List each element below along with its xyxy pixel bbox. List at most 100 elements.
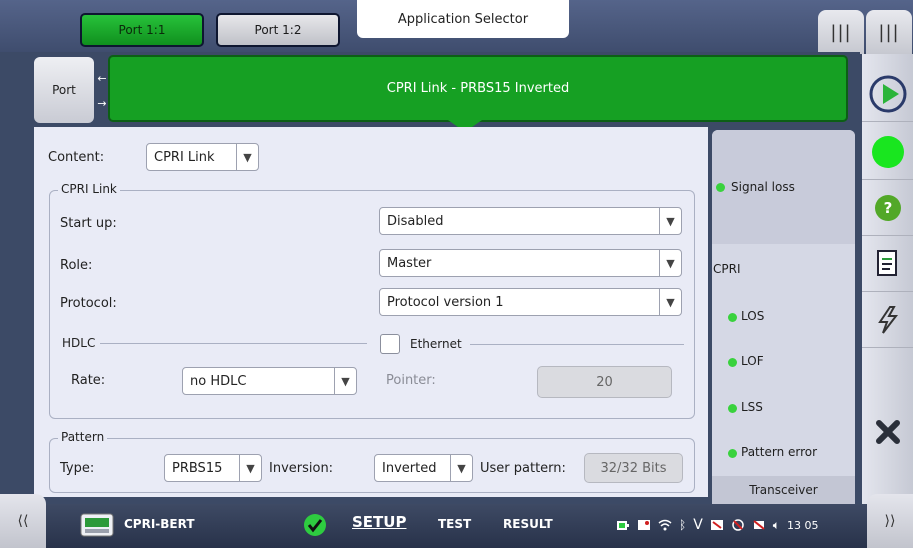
port-button[interactable]: Port [34,57,94,123]
setup-content-panel: Content: CPRI Link ▼ CPRI Link Start up:… [34,127,708,497]
tab-port-1-1-label: Port 1:1 [118,23,166,37]
ethernet-port-icon[interactable] [752,518,766,532]
chevron-down-icon: ▼ [659,208,681,234]
protocol-dropdown[interactable]: Protocol version 1 ▼ [379,288,682,316]
content-label: Content: [48,150,105,165]
port-arrows-icon: ← → [97,72,107,110]
chevron-down-icon: ▼ [450,455,472,481]
power-icon[interactable] [616,518,630,532]
status-led-button[interactable] [862,124,913,180]
clock: 13 05 [786,518,819,532]
rate-dropdown[interactable]: no HDLC ▼ [182,367,357,395]
status-led-icon [871,135,904,168]
protocol-dropdown-value: Protocol version 1 [387,294,504,310]
bluetooth-icon[interactable]: ᛒ [679,518,686,532]
pattern-type-label: Type: [60,461,95,476]
report-button[interactable] [862,236,913,292]
pattern-type-value: PRBS15 [172,460,223,476]
app-module-icon[interactable] [80,513,114,537]
content-dropdown[interactable]: CPRI Link ▼ [146,143,259,171]
pointer-value: 20 [596,374,613,390]
los-led [728,313,737,322]
check-icon [304,514,326,536]
lof-label: LOF [741,354,764,368]
pattern-error-label: Pattern error [741,445,818,459]
nav-right-button[interactable]: ⟩⟩ [867,494,913,548]
storage-icon[interactable] [637,518,651,532]
cpri-link-group-title: CPRI Link [58,182,120,196]
system-tray: ᛒ V 🔈︎ 13 05 [616,514,818,536]
cpri-status-label: CPRI [713,262,741,276]
status-panel: Signal loss CPRI LOS LOF LSS Pattern err… [712,130,855,504]
close-button[interactable] [862,404,913,460]
lightning-icon [877,305,898,334]
close-icon [875,420,900,444]
bars-icon-secondary[interactable]: ||| [866,10,912,54]
startup-dropdown[interactable]: Disabled ▼ [379,207,682,235]
tools-column: ? [862,54,913,504]
transceiver-label: Transceiver [749,483,818,497]
setup-tab[interactable]: SETUP [352,513,406,531]
ethernet-label: Ethernet [410,337,462,351]
startup-dropdown-value: Disabled [387,213,444,229]
ethernet-divider [470,344,684,345]
lss-led [728,404,737,413]
chevron-down-icon: ▼ [236,144,258,170]
play-button[interactable] [862,66,913,122]
rate-dropdown-value: no HDLC [190,373,247,389]
error-injection-button[interactable] [862,292,913,348]
pattern-error-led [728,449,737,458]
pattern-type-dropdown[interactable]: PRBS15 ▼ [164,454,262,482]
wifi-icon[interactable] [658,518,672,532]
chevron-down-icon: ▼ [659,250,681,276]
ethernet-checkbox[interactable] [380,334,400,354]
network-icon[interactable] [731,518,745,532]
pointer-label: Pointer: [386,373,436,388]
role-dropdown[interactable]: Master ▼ [379,249,682,277]
app-name: CPRI-BERT [124,517,195,531]
chevron-down-icon: ▼ [239,455,261,481]
content-dropdown-value: CPRI Link [154,149,215,165]
help-button[interactable]: ? [862,180,913,236]
role-dropdown-value: Master [387,255,432,271]
v-icon[interactable]: V [693,517,703,533]
play-icon [869,75,906,112]
report-icon [876,249,897,276]
screen-icon[interactable] [710,518,724,532]
inversion-dropdown[interactable]: Inverted ▼ [374,454,473,482]
protocol-label: Protocol: [60,296,117,311]
rate-label: Rate: [71,373,106,388]
tab-port-1-2[interactable]: Port 1:2 [216,13,340,47]
hdlc-divider [100,343,367,344]
tab-port-1-2-label: Port 1:2 [254,23,302,37]
inversion-label: Inversion: [269,461,334,476]
chevron-down-icon: ▼ [659,289,681,315]
application-selector-label: Application Selector [397,11,529,27]
result-tab[interactable]: RESULT [503,517,553,531]
role-label: Role: [60,258,93,273]
user-pattern-label: User pattern: [480,461,566,476]
user-pattern-field: 32/32 Bits [584,453,683,483]
bars-icon[interactable]: ||| [818,10,864,54]
pointer-field: 20 [537,366,672,398]
los-label: LOS [741,309,765,323]
tab-port-1-1[interactable]: Port 1:1 [80,13,204,47]
lss-label: LSS [741,400,763,414]
port-button-label: Port [52,83,76,97]
nav-left-button[interactable]: ⟨⟨ [0,494,46,548]
inversion-value: Inverted [382,460,437,476]
pattern-group-title: Pattern [58,430,108,444]
startup-label: Start up: [60,216,117,231]
svg-text:?: ? [883,199,892,217]
transceiver-tab[interactable]: Transceiver [712,476,855,504]
chevron-down-icon: ▼ [334,368,356,394]
signal-loss-label: Signal loss [731,180,795,194]
test-tab[interactable]: TEST [438,517,471,531]
double-chevron-right-icon: ⟩⟩ [884,513,896,529]
application-selector-tab[interactable]: Application Selector [357,0,569,38]
test-banner-label: CPRI Link - PRBS15 Inverted [386,81,570,96]
test-banner[interactable]: CPRI Link - PRBS15 Inverted [108,55,848,122]
user-pattern-value: 32/32 Bits [600,460,667,476]
signal-loss-led [716,183,725,192]
volume-icon[interactable]: 🔈︎ [773,518,780,533]
